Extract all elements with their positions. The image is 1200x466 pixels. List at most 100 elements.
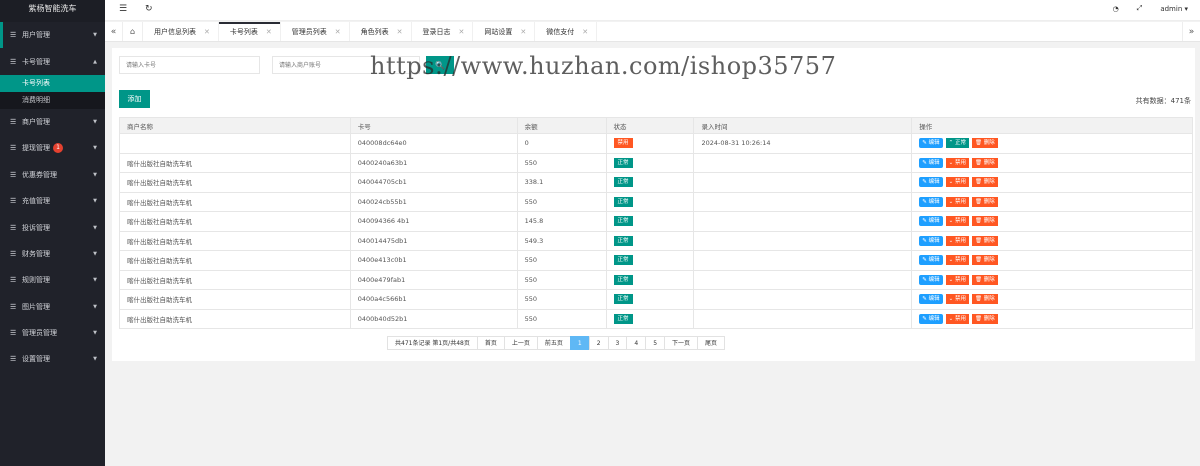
merchant-cell [119,133,351,154]
tabs-next-icon[interactable]: » [1182,22,1200,41]
edit-button[interactable]: ✎ 编辑 [919,294,943,305]
pager-page-1[interactable]: 1 [569,336,590,350]
submenu-item-1[interactable]: 消费明细 [0,92,105,109]
toggle-status-button[interactable]: ⌄ 禁用 [945,255,969,266]
edit-button[interactable]: ✎ 编辑 [919,196,943,207]
edit-button[interactable]: ✎ 编辑 [919,235,943,246]
status-cell: 正常 [605,289,695,310]
tab-6[interactable]: 微信支付 ✕ [535,22,598,41]
toggle-status-button[interactable]: ⌄ 禁用 [945,294,969,305]
refresh-icon[interactable]: ↻ [145,4,153,14]
edit-button[interactable]: ✎ 编辑 [919,216,943,227]
list-icon: ☰ [10,302,17,311]
balance-cell: 550 [516,250,607,271]
sidebar-item-label: 财务管理 [22,249,50,258]
actions-cell: ✎ 编辑 ⌄ 禁用 🗑 删除 [911,211,1193,232]
close-icon[interactable]: ✕ [459,28,465,36]
toggle-status-button[interactable]: ⌄ 禁用 [945,216,969,227]
merchant-cell: 喀什出版社自助洗车机 [119,230,351,251]
sidebar-item-3[interactable]: ☰ 提现管理 1 ▼ [0,135,105,161]
status-cell: 正常 [605,152,695,173]
time-cell [693,289,913,310]
pager-page-3[interactable]: 3 [607,336,628,350]
sidebar-item-11[interactable]: ☰ 设置管理 ▼ [0,346,105,372]
balance-cell: 550 [516,289,607,310]
pager-prev[interactable]: 上一页 [503,336,538,350]
close-icon[interactable]: ✕ [266,28,272,36]
sidebar-item-1[interactable]: ☰ 卡号管理 ▲ [0,48,105,74]
delete-button[interactable]: 🗑 删除 [971,196,998,207]
sidebar-item-label: 商户管理 [22,117,50,126]
table-row: 喀什出版社自助洗车机 040094366 4b1 145.8 正常 ✎ 编辑 ⌄ 禁用 🗑 … [119,211,1193,232]
edit-button[interactable]: ✎ 编辑 [919,138,943,149]
delete-button[interactable]: 🗑 删除 [971,255,998,266]
sidebar-item-7[interactable]: ☰ 财务管理 ▼ [0,241,105,267]
edit-button[interactable]: ✎ 编辑 [919,177,943,188]
delete-button[interactable]: 🗑 删除 [971,216,998,227]
card-search-input[interactable] [119,56,260,74]
pager-last[interactable]: 尾页 [697,336,726,350]
delete-button[interactable]: 🗑 删除 [971,294,998,305]
submenu-item-0[interactable]: 卡号列表 [0,74,105,92]
sidebar-item-8[interactable]: ☰ 规则管理 ▼ [0,267,105,293]
sidebar-item-label: 卡号管理 [22,57,50,66]
tab-1[interactable]: 卡号列表 ✕ [218,22,281,41]
add-button[interactable]: 添加 [119,90,150,108]
close-icon[interactable]: ✕ [520,28,526,36]
tab-5[interactable]: 网站设置 ✕ [473,22,536,41]
tab-3[interactable]: 角色列表 ✕ [350,22,412,41]
pager-next[interactable]: 下一页 [664,336,699,350]
close-icon[interactable]: ✕ [204,28,210,36]
home-tab-icon[interactable]: ⌂ [123,22,143,41]
delete-button[interactable]: 🗑 删除 [971,235,998,246]
pager-first[interactable]: 首页 [476,336,505,350]
merchant-cell: 喀什出版社自助洗车机 [119,250,351,271]
fullscreen-icon[interactable]: ⤢ [1137,4,1143,13]
sidebar-item-5[interactable]: ☰ 充值管理 ▼ [0,188,105,214]
toggle-status-button[interactable]: ⌄ 禁用 [945,235,969,246]
toggle-status-button[interactable]: ⌄ 禁用 [945,157,969,168]
pager-page-4[interactable]: 4 [626,336,647,350]
total-count: 共有数据：471条 [1135,97,1191,105]
sidebar-item-4[interactable]: ☰ 优惠券管理 ▼ [0,162,105,188]
theme-icon[interactable]: ◔ [1113,5,1119,13]
edit-button[interactable]: ✎ 编辑 [919,274,943,285]
menu-toggle-icon[interactable]: ☰ [119,4,127,14]
sidebar-item-2[interactable]: ☰ 商户管理 ▼ [0,109,105,135]
delete-button[interactable]: 🗑 删除 [971,138,998,149]
search-button[interactable]: 🔍 [426,56,454,74]
time-cell [693,172,913,193]
merchant-search-input[interactable] [272,56,420,74]
toggle-status-button[interactable]: ⌄ 禁用 [945,177,969,188]
toggle-status-button[interactable]: ⌃ 正常 [945,138,969,149]
edit-button[interactable]: ✎ 编辑 [919,313,943,324]
delete-button[interactable]: 🗑 删除 [971,177,998,188]
actions-cell: ✎ 编辑 ⌄ 禁用 🗑 删除 [911,152,1193,173]
sidebar-item-9[interactable]: ☰ 图片管理 ▼ [0,294,105,320]
delete-button[interactable]: 🗑 删除 [971,313,998,324]
edit-button[interactable]: ✎ 编辑 [919,157,943,168]
tab-2[interactable]: 管理员列表 ✕ [281,22,350,41]
toggle-status-button[interactable]: ⌄ 禁用 [945,313,969,324]
chevron-down-icon: ▼ [93,277,97,284]
close-icon[interactable]: ✕ [397,28,403,36]
tabs-prev-icon[interactable]: « [105,22,123,41]
delete-button[interactable]: 🗑 删除 [971,157,998,168]
sidebar-item-0[interactable]: ☰ 用户管理 ▼ [0,22,105,49]
pager-prev5[interactable]: 前五页 [536,336,571,350]
edit-button[interactable]: ✎ 编辑 [919,255,943,266]
sidebar-item-6[interactable]: ☰ 投诉管理 ▼ [0,214,105,240]
close-icon[interactable]: ✕ [582,28,588,36]
time-cell [693,191,913,212]
toggle-status-button[interactable]: ⌄ 禁用 [945,196,969,207]
status-cell: 正常 [605,269,695,290]
tab-0[interactable]: 用户信息列表 ✕ [143,22,219,41]
close-icon[interactable]: ✕ [335,28,341,36]
sidebar-item-10[interactable]: ☰ 管理员管理 ▼ [0,320,105,346]
delete-button[interactable]: 🗑 删除 [971,274,998,285]
pager-page-2[interactable]: 2 [588,336,609,350]
user-menu[interactable]: admin ▾ [1160,5,1188,13]
pager-page-5[interactable]: 5 [645,336,666,350]
toggle-status-button[interactable]: ⌄ 禁用 [945,274,969,285]
tab-4[interactable]: 登录日志 ✕ [412,22,474,41]
